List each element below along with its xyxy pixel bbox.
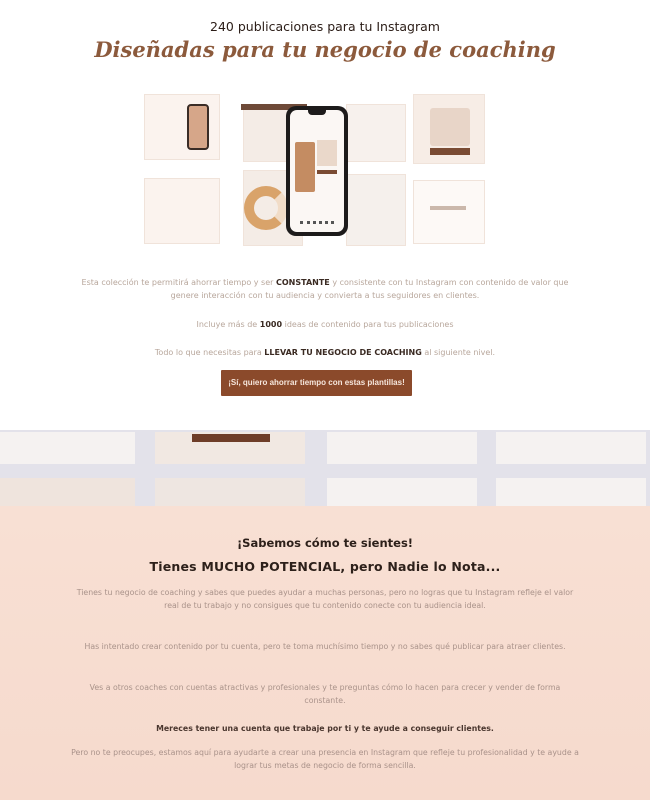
hero-description-strong: CONSTANTE: [275, 278, 330, 287]
preview-card: [0, 432, 135, 464]
phone-post-image: [295, 142, 315, 192]
pain-kicker: ¡Sabemos cómo te sientes!: [236, 536, 414, 550]
donut-graphic: [244, 186, 288, 230]
phone-post-image: [317, 140, 337, 166]
template-text-line: [430, 206, 466, 210]
template-tile: [144, 178, 220, 244]
template-tile: [346, 104, 406, 162]
portrait-image: [430, 108, 470, 146]
preview-accent-bar: [192, 434, 270, 442]
hero-ideas-line: Incluye más de 1000 ideas de contenido p…: [70, 318, 580, 331]
preview-card: [496, 432, 646, 464]
hero-description-pre: Esta colección te permitirá ahorrar tiem…: [81, 278, 274, 287]
pain-paragraph: Tienes tu negocio de coaching y sabes qu…: [76, 588, 574, 610]
preview-card: [327, 432, 477, 464]
phone-screen: [290, 110, 344, 232]
template-tile: [413, 180, 485, 244]
hero-ideas-pre: Incluye más de: [196, 320, 258, 329]
phone-nav-dots: [300, 221, 334, 224]
pain-paragraph: Ves a otros coaches con cuentas atractiv…: [89, 683, 561, 705]
phone-notch: [308, 110, 326, 115]
buy-templates-button[interactable]: ¡Sí, quiero ahorrar tiempo con estas pla…: [221, 370, 412, 396]
small-phone-icon: [187, 104, 209, 150]
hero-description: Esta colección te permitirá ahorrar tiem…: [70, 276, 580, 302]
template-tile: [346, 174, 406, 246]
hero-title: Diseñadas para tu negocio de coaching: [94, 37, 556, 62]
hero-goal-strong: LLEVAR TU NEGOCIO DE COACHING: [264, 348, 422, 357]
pain-paragraph: Has intentado crear contenido por tu cue…: [84, 642, 566, 651]
pain-paragraph: Pero no te preocupes, estamos aquí para …: [71, 748, 579, 770]
pain-highlight: Mereces tener una cuenta que trabaje por…: [156, 724, 494, 733]
hero-ideas-strong: 1000: [259, 320, 283, 329]
hero-goal-pre: Todo lo que necesitas para: [154, 348, 262, 357]
phone-mockup-icon: [286, 106, 348, 236]
hero-goal-line: Todo lo que necesitas para LLEVAR TU NEG…: [70, 346, 580, 359]
hero-kicker: 240 publicaciones para tu Instagram: [210, 19, 440, 34]
portrait-accent-bar: [430, 148, 470, 155]
pain-title: Tienes MUCHO POTENCIAL, pero Nadie lo No…: [149, 559, 501, 574]
phone-accent-bar: [317, 170, 337, 174]
hero-goal-post: al siguiente nivel.: [424, 348, 496, 357]
hero-ideas-post: ideas de contenido para tus publicacione…: [284, 320, 454, 329]
template-mockups: [140, 88, 500, 258]
